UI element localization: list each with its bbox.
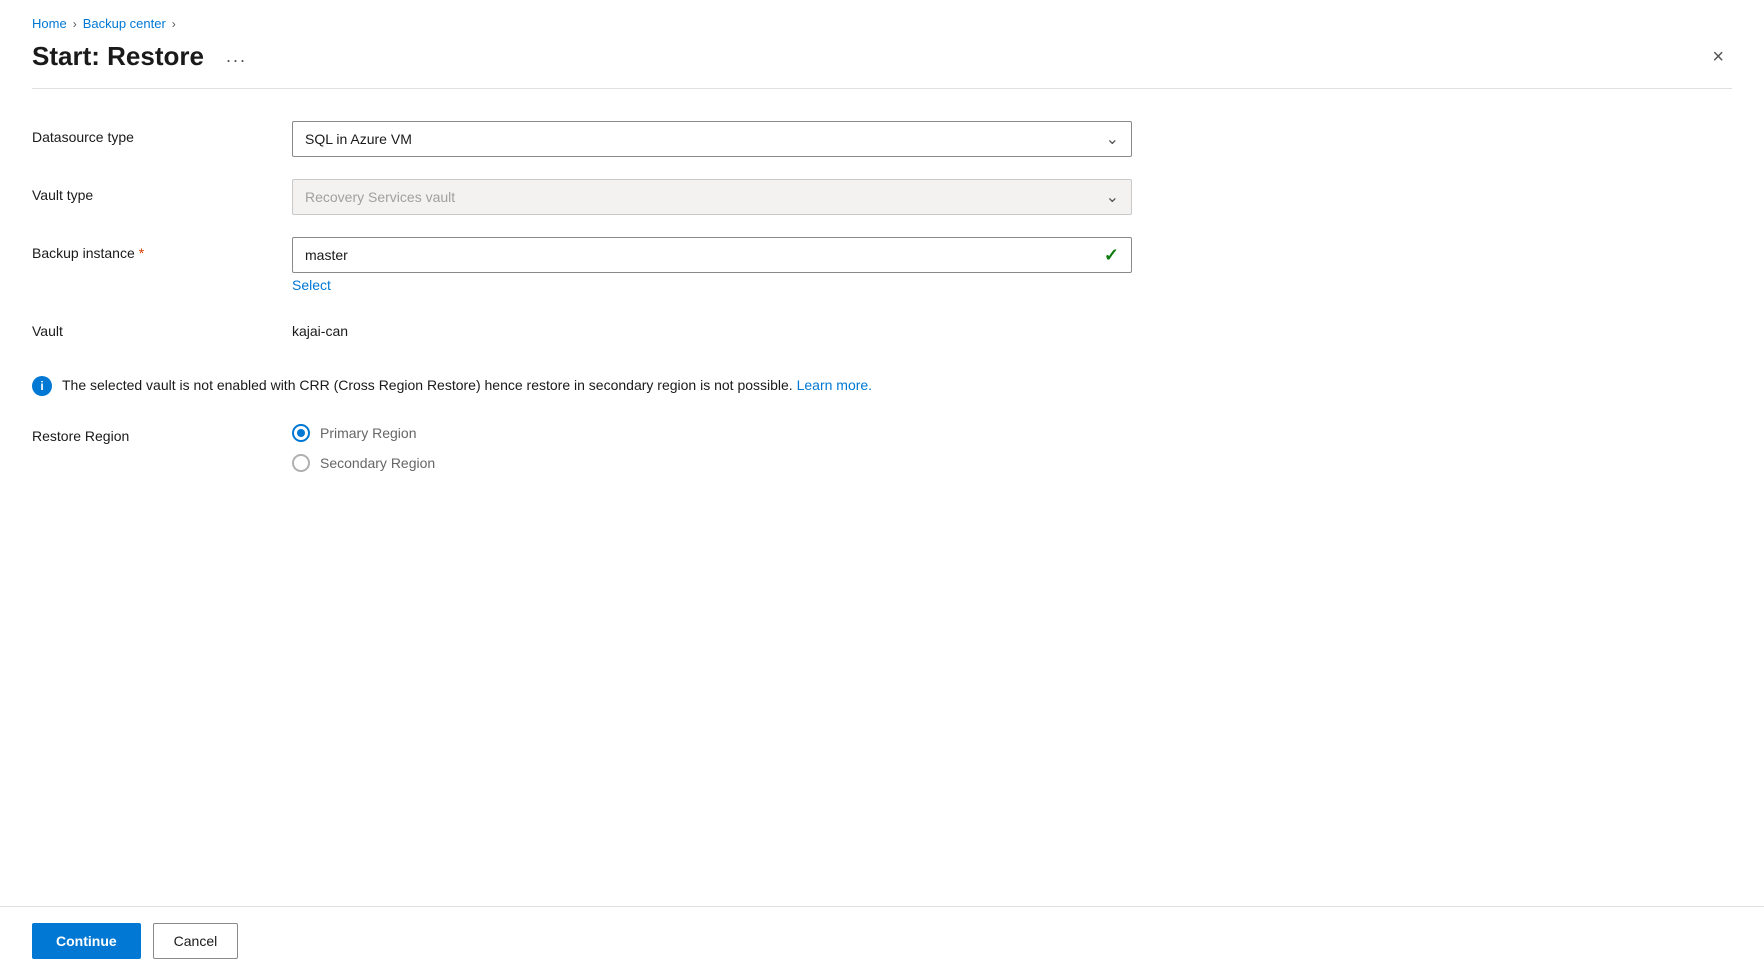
info-icon: i (32, 376, 52, 396)
learn-more-link[interactable]: Learn more. (797, 377, 872, 393)
title-left: Start: Restore ... (32, 41, 255, 72)
datasource-type-arrow: ⌄ (1106, 129, 1119, 149)
ellipsis-button[interactable]: ... (218, 42, 255, 71)
breadcrumb-sep-1: › (73, 17, 77, 31)
cancel-button[interactable]: Cancel (153, 923, 239, 959)
restore-region-control: Primary Region Secondary Region (292, 420, 1132, 472)
footer: Continue Cancel (0, 906, 1764, 975)
datasource-type-row: Datasource type SQL in Azure VM ⌄ (32, 121, 1132, 157)
backup-instance-label-text: Backup instance (32, 245, 135, 261)
close-button[interactable]: × (1704, 43, 1732, 71)
vault-type-value: Recovery Services vault (305, 189, 455, 205)
backup-instance-input[interactable]: master ✓ (292, 237, 1132, 273)
vault-label: Vault (32, 315, 292, 339)
vault-type-arrow: ⌄ (1106, 187, 1119, 207)
radio-secondary-label: Secondary Region (320, 455, 435, 471)
datasource-type-value: SQL in Azure VM (305, 131, 412, 147)
page-wrapper: Home › Backup center › Start: Restore ..… (0, 0, 1764, 975)
backup-instance-label: Backup instance * (32, 237, 292, 261)
vault-type-control: Recovery Services vault ⌄ (292, 179, 1132, 215)
backup-instance-control: master ✓ Select (292, 237, 1132, 293)
datasource-type-select[interactable]: SQL in Azure VM ⌄ (292, 121, 1132, 157)
breadcrumb-backup-center[interactable]: Backup center (83, 16, 166, 31)
vault-type-select: Recovery Services vault ⌄ (292, 179, 1132, 215)
datasource-type-label: Datasource type (32, 121, 292, 145)
form-section: Datasource type SQL in Azure VM ⌄ Vault … (32, 121, 1132, 472)
radio-group: Primary Region Secondary Region (292, 420, 1132, 472)
header: Home › Backup center › Start: Restore ..… (0, 0, 1764, 89)
radio-primary-region[interactable]: Primary Region (292, 424, 1132, 442)
continue-button[interactable]: Continue (32, 923, 141, 959)
vault-type-label: Vault type (32, 179, 292, 203)
breadcrumb-home[interactable]: Home (32, 16, 67, 31)
breadcrumb: Home › Backup center › (32, 16, 1732, 31)
title-row: Start: Restore ... × (32, 41, 1732, 88)
vault-value-wrap: kajai-can (292, 315, 1132, 339)
breadcrumb-sep-2: › (172, 17, 176, 31)
backup-instance-row: Backup instance * master ✓ Select (32, 237, 1132, 293)
radio-primary-input[interactable] (292, 424, 310, 442)
vault-row: Vault kajai-can (32, 315, 1132, 339)
radio-secondary-input[interactable] (292, 454, 310, 472)
select-link[interactable]: Select (292, 277, 331, 293)
vault-value: kajai-can (292, 315, 1132, 339)
check-icon: ✓ (1104, 245, 1119, 266)
radio-primary-label: Primary Region (320, 425, 416, 441)
datasource-type-control: SQL in Azure VM ⌄ (292, 121, 1132, 157)
required-star: * (139, 245, 144, 261)
restore-region-row: Restore Region Primary Region Secondary … (32, 420, 1132, 472)
info-banner: i The selected vault is not enabled with… (32, 361, 1132, 410)
info-text: The selected vault is not enabled with C… (62, 375, 872, 396)
radio-secondary-region[interactable]: Secondary Region (292, 454, 1132, 472)
vault-type-row: Vault type Recovery Services vault ⌄ (32, 179, 1132, 215)
restore-region-label: Restore Region (32, 420, 292, 444)
page-title: Start: Restore (32, 41, 204, 72)
backup-instance-value: master (305, 247, 348, 263)
info-message: The selected vault is not enabled with C… (62, 377, 793, 393)
content-area: Datasource type SQL in Azure VM ⌄ Vault … (0, 89, 1764, 906)
